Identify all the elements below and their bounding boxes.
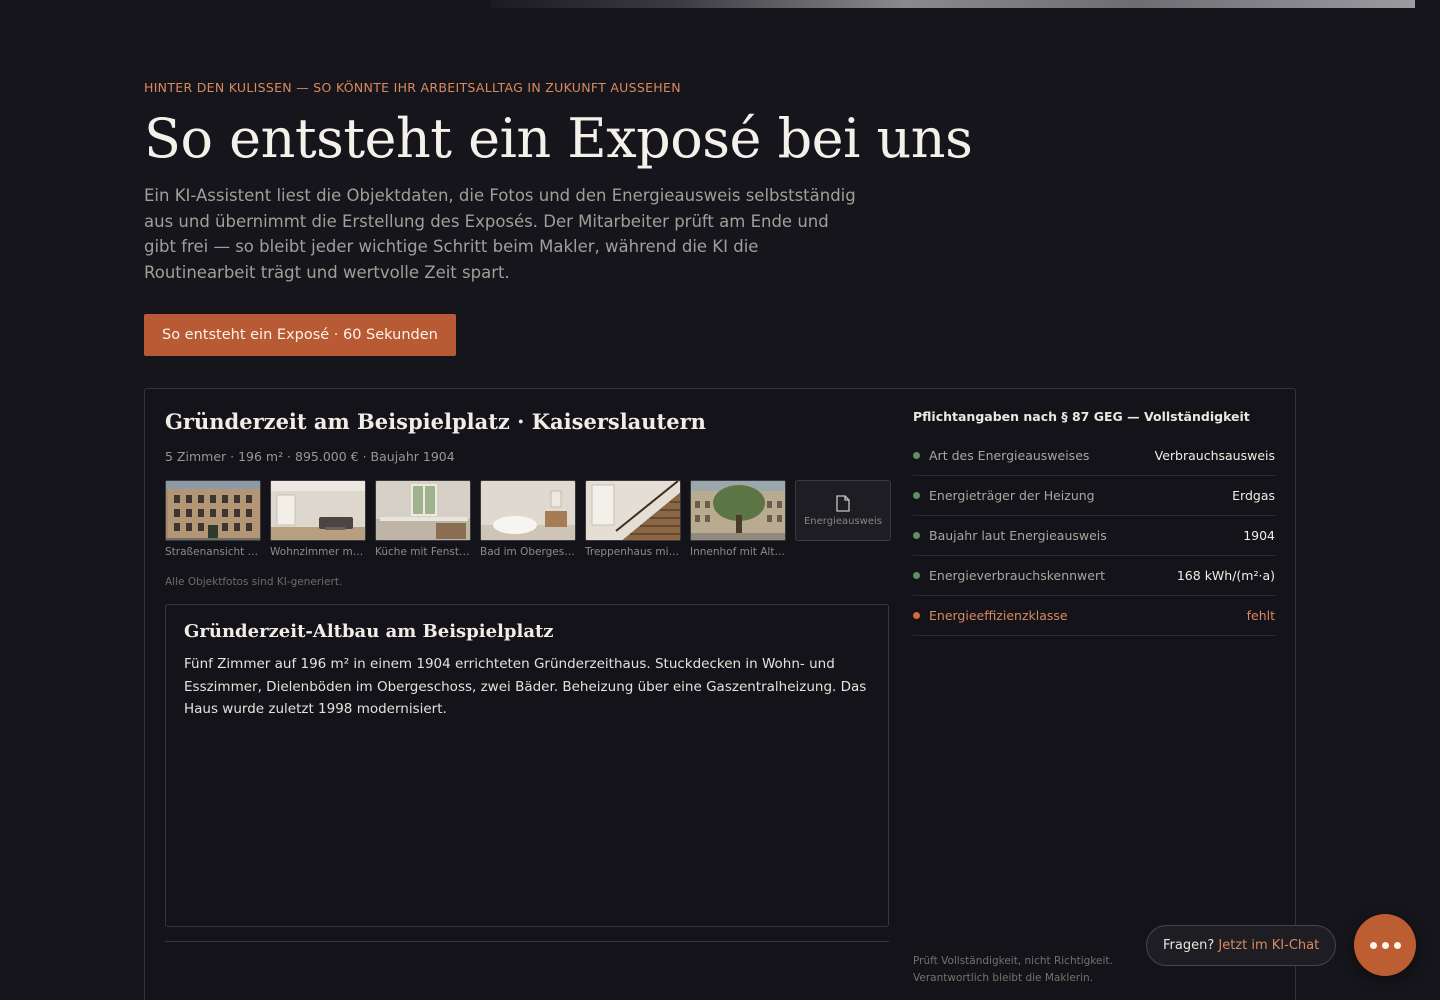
checklist-label: Art des Energieausweises: [929, 448, 1090, 463]
checklist-row: Baujahr laut Energieausweis 1904: [913, 516, 1275, 556]
status-dot-icon: [913, 612, 920, 619]
checklist-value: 168 kWh/(m²·a): [1176, 568, 1275, 583]
status-dot-icon: [913, 452, 920, 459]
photo-thumb[interactable]: Treppenhaus mit Holzgeländer: [585, 480, 681, 558]
photo-caption: Straßenansicht der Gründerzeitfassade: [165, 546, 261, 558]
checklist-label: Energieträger der Heizung: [929, 488, 1095, 503]
status-dot-icon: [913, 572, 920, 579]
checklist-value: Verbrauchsausweis: [1154, 448, 1275, 463]
kitchen-photo-icon: [375, 480, 471, 541]
photo-thumb[interactable]: Bad im Obergeschoss: [480, 480, 576, 558]
listing-meta: 5 Zimmer · 196 m² · 895.000 € · Baujahr …: [165, 449, 455, 464]
expose-demo-card: Gründerzeit am Beispielplatz · Kaisersla…: [144, 388, 1296, 1000]
photo-caption: Treppenhaus mit Holzgeländer: [585, 546, 681, 558]
photo-strip: Straßenansicht der Gründerzeitfassade Wo…: [165, 480, 891, 558]
checklist-value: fehlt: [1246, 608, 1275, 623]
status-dot-icon: [913, 532, 920, 539]
ai-photo-note: Alle Objektfotos sind KI-generiert.: [165, 576, 343, 588]
energy-certificate-label: Energieausweis: [803, 515, 883, 527]
status-dot-icon: [913, 492, 920, 499]
checklist-value: 1904: [1243, 528, 1275, 543]
staircase-photo-icon: [585, 480, 681, 541]
chat-link[interactable]: Jetzt im KI-Chat: [1218, 938, 1319, 953]
document-icon: [836, 494, 850, 512]
eyebrow: HINTER DEN KULISSEN — SO KÖNNTE IHR ARBE…: [144, 80, 681, 95]
living-room-photo-icon: [270, 480, 366, 541]
expose-title: Gründerzeit-Altbau am Beispielplatz: [184, 621, 554, 642]
listing-title: Gründerzeit am Beispielplatz · Kaisersla…: [165, 409, 706, 434]
more-dots-icon: [1369, 941, 1377, 949]
checklist-label: Energieeffizienzklasse: [929, 608, 1068, 623]
chat-prompt-pill[interactable]: Fragen? Jetzt im KI-Chat: [1146, 925, 1337, 966]
hero-image-strip: [490, 0, 1415, 8]
energy-certificate-tile[interactable]: Energieausweis: [795, 480, 891, 541]
checklist-row-missing: Energieeffizienzklasse fehlt: [913, 596, 1275, 636]
chat-open-button[interactable]: [1354, 914, 1416, 976]
start-demo-button[interactable]: So entsteht ein Exposé · 60 Sekunden: [144, 314, 456, 356]
photo-thumb[interactable]: Straßenansicht der Gründerzeitfassade: [165, 480, 261, 558]
checklist-label: Energieverbrauchskennwert: [929, 568, 1106, 583]
courtyard-photo-icon: [690, 480, 786, 541]
more-dots-icon: [1393, 941, 1401, 949]
photo-caption: Innenhof mit Altbaumbestand: [690, 546, 786, 558]
photo-thumb[interactable]: Küche mit Fenster zum Hof: [375, 480, 471, 558]
photo-caption: Wohnzimmer mit Stuckdecke: [270, 546, 366, 558]
page-title: So entsteht ein Exposé bei uns: [144, 107, 973, 170]
geg-checklist: Art des Energieausweises Verbrauchsauswe…: [913, 436, 1275, 636]
facade-photo-icon: [165, 480, 261, 541]
bathroom-photo-icon: [480, 480, 576, 541]
hero-description: Ein KI-Assistent liest die Objektdaten, …: [144, 186, 856, 282]
photo-thumb[interactable]: Innenhof mit Altbaumbestand: [690, 480, 786, 558]
expose-text: Fünf Zimmer auf 196 m² in einem 1904 err…: [184, 656, 867, 717]
chat-prompt-text: Fragen?: [1163, 938, 1215, 953]
photo-thumb[interactable]: Wohnzimmer mit Stuckdecke: [270, 480, 366, 558]
checklist-footnote: Prüft Vollständigkeit, nicht Richtigkeit…: [913, 955, 1113, 984]
divider: [165, 941, 889, 942]
checklist-row: Energieverbrauchskennwert 168 kWh/(m²·a): [913, 556, 1275, 596]
checklist-row: Energieträger der Heizung Erdgas: [913, 476, 1275, 516]
checklist-label: Baujahr laut Energieausweis: [929, 528, 1107, 543]
checklist-row: Art des Energieausweises Verbrauchsauswe…: [913, 436, 1275, 476]
expose-preview: Gründerzeit-Altbau am Beispielplatz Fünf…: [165, 604, 889, 927]
geg-checklist-title: Pflichtangaben nach § 87 GEG — Vollständ…: [913, 409, 1250, 424]
photo-caption: Küche mit Fenster zum Hof: [375, 546, 471, 558]
more-dots-icon: [1381, 941, 1389, 949]
photo-caption: Bad im Obergeschoss: [480, 546, 576, 558]
checklist-value: Erdgas: [1232, 488, 1275, 503]
